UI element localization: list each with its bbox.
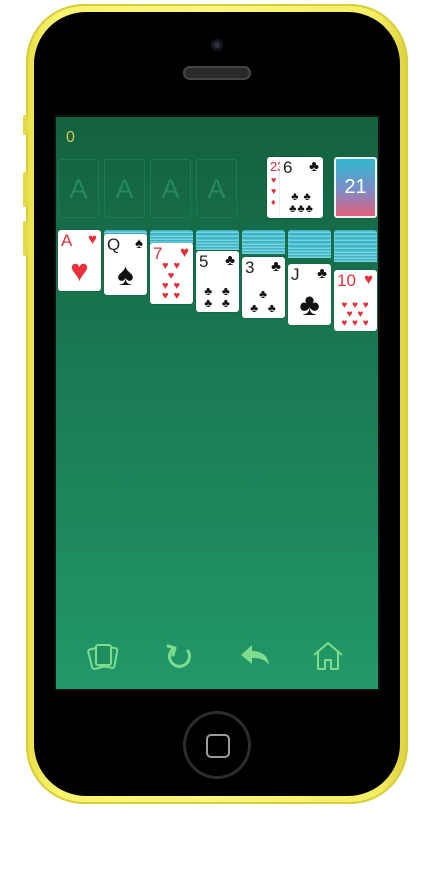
tableau-card-1[interactable]: A ♥ ♥ bbox=[58, 230, 101, 291]
volume-up-button bbox=[23, 172, 28, 207]
foundation-slot[interactable]: A bbox=[58, 159, 99, 218]
foundation-slot[interactable]: A bbox=[196, 159, 237, 218]
face-down-card bbox=[196, 238, 239, 250]
heart-icon: ♥ bbox=[88, 231, 97, 248]
front-camera bbox=[211, 39, 223, 51]
foundation-slot[interactable]: A bbox=[150, 159, 191, 218]
tableau-card-5[interactable]: 3 ♣ ♣ ♣ ♣ bbox=[242, 257, 285, 318]
face-down-card bbox=[288, 246, 331, 258]
spade-large-icon: ♠ bbox=[117, 257, 134, 292]
earpiece-speaker bbox=[183, 66, 251, 80]
heart-pips-icon: ♥ ♥ ♥ ♥ ♥ ♥ ♥ ♥ bbox=[341, 300, 370, 329]
mute-switch bbox=[23, 115, 28, 135]
card-rank: 3 bbox=[245, 258, 255, 277]
heart-pips-icon: ♥ ♥ ♥ ♥ ♥ ♥ ♥ bbox=[161, 260, 182, 302]
club-icon: ♣ bbox=[271, 258, 281, 275]
club-pips-icon: ♣ ♣ ♣ bbox=[250, 287, 277, 315]
stock-pile[interactable]: 21 bbox=[334, 157, 377, 218]
club-icon: ♣ bbox=[309, 158, 319, 175]
tableau-card-6[interactable]: J ♣ ♣ bbox=[288, 264, 331, 325]
home-icon[interactable] bbox=[310, 639, 346, 673]
club-pips-icon: ♣ ♣ ♣ ♣ bbox=[204, 284, 231, 310]
tableau-card-3[interactable]: 7 ♥ ♥ ♥ ♥ ♥ ♥ ♥ ♥ bbox=[150, 243, 193, 304]
heart-icon: ♥ ♥ ♦ bbox=[271, 175, 277, 207]
tableau-card-4[interactable]: 5 ♣ ♣ ♣ ♣ ♣ bbox=[196, 251, 239, 312]
home-button-square-icon bbox=[206, 734, 230, 758]
club-icon: ♣ bbox=[317, 265, 327, 282]
card-rank: 10 bbox=[337, 271, 356, 290]
restart-icon[interactable] bbox=[162, 639, 198, 673]
heart-icon: ♥ bbox=[364, 271, 373, 288]
tableau-card-7[interactable]: 10 ♥ ♥ ♥ ♥ ♥ ♥ ♥ ♥ ♥ bbox=[334, 270, 377, 331]
foundation-slot[interactable]: A bbox=[104, 159, 145, 218]
card-rank: Q bbox=[107, 235, 121, 254]
undo-icon[interactable] bbox=[237, 639, 273, 673]
waste-card-top[interactable]: 6 ♣ ♣ ♣ ♣♣♣ bbox=[280, 157, 323, 218]
face-down-card bbox=[242, 242, 285, 254]
waste-top-rank: 6 bbox=[283, 158, 293, 177]
card-rank: J bbox=[291, 265, 300, 284]
spade-icon: ♠ bbox=[135, 235, 143, 252]
card-rank: 5 bbox=[199, 252, 209, 271]
tableau-card-2[interactable]: Q ♠ ♠ bbox=[104, 234, 147, 295]
club-pips-icon: ♣ ♣ ♣♣♣ bbox=[289, 191, 314, 215]
heart-icon: ♥ bbox=[180, 244, 189, 261]
volume-down-button bbox=[23, 221, 28, 256]
club-icon: ♣ bbox=[225, 252, 235, 269]
game-screen: 0 A A A A 2 3 ♥♥♦ 6 ♣ ♣ ♣♣♣♣ 21 A ♥ ♥ Q … bbox=[56, 117, 378, 689]
cards-icon[interactable] bbox=[86, 639, 122, 673]
club-large-icon: ♣ bbox=[299, 287, 320, 322]
card-rank: A bbox=[61, 231, 73, 250]
score: 0 bbox=[66, 129, 75, 146]
heart-large-icon: ♥ bbox=[70, 253, 89, 288]
face-down-card bbox=[334, 250, 377, 262]
home-button[interactable] bbox=[183, 711, 251, 779]
